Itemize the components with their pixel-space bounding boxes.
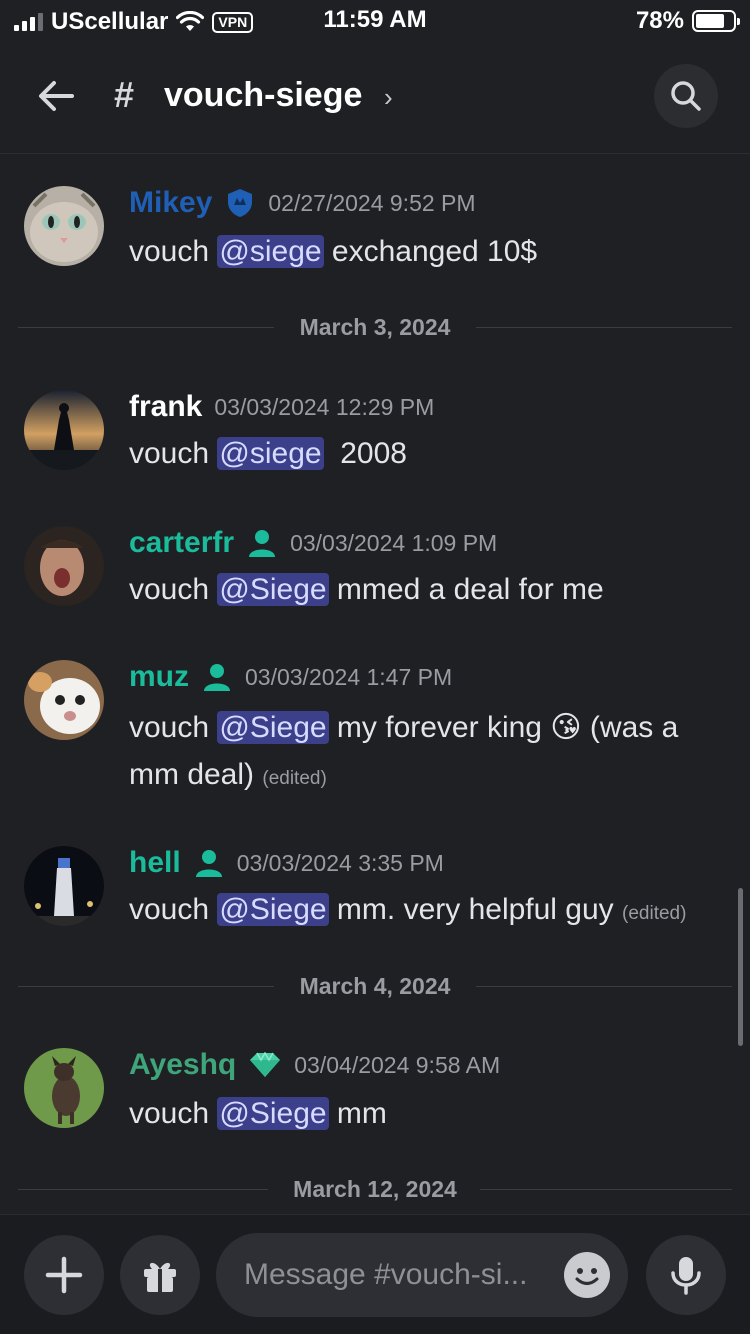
avatar[interactable] (24, 186, 104, 266)
user-mention[interactable]: @siege (217, 437, 324, 470)
date-divider: March 3, 2024 (18, 312, 732, 342)
chevron-right-icon[interactable]: › (384, 82, 393, 113)
message-text: vouch @siege 2008 (129, 430, 720, 477)
author-name[interactable]: muz (129, 660, 189, 694)
message-post: mm (328, 1097, 387, 1130)
user-mention[interactable]: @Siege (217, 1097, 329, 1130)
person-icon (193, 847, 225, 879)
avatar[interactable] (24, 660, 104, 740)
message-input[interactable] (244, 1253, 564, 1297)
dog-avatar-image (24, 1048, 104, 1128)
avatar[interactable] (24, 526, 104, 606)
voice-message-button[interactable] (646, 1235, 726, 1315)
avatar[interactable] (24, 390, 104, 470)
smiley-icon (575, 1268, 599, 1285)
date-label: March 4, 2024 (299, 973, 451, 999)
message-composer[interactable] (216, 1233, 628, 1317)
user-mention[interactable]: @Siege (217, 711, 329, 744)
channel-header: # vouch-siege › (0, 42, 750, 154)
user-mention[interactable]: @Siege (217, 573, 329, 606)
face-avatar-image (24, 526, 104, 606)
date-label: March 3, 2024 (299, 314, 451, 340)
user-mention[interactable]: @siege (217, 235, 324, 268)
timestamp: 03/03/2024 3:35 PM (236, 849, 444, 876)
message-text: vouch @Siege mm (129, 1090, 720, 1137)
cat-avatar-image (24, 186, 104, 266)
message-pre: vouch (129, 235, 218, 268)
composer-bar (0, 1214, 750, 1334)
timestamp: 03/03/2024 1:47 PM (245, 663, 453, 690)
battery-icon (692, 10, 740, 32)
message-post: mm. very helpful guy (328, 893, 614, 926)
silhouette-avatar-image (24, 390, 104, 470)
message-pre: vouch (129, 711, 218, 744)
back-button[interactable] (30, 70, 82, 122)
timestamp: 03/03/2024 1:09 PM (290, 529, 498, 556)
message-text: vouch @Siege mm. very helpful guy (edite… (129, 886, 730, 937)
author-name[interactable]: Ayeshq (129, 1048, 236, 1082)
plus-icon (45, 1256, 83, 1294)
battery-percent: 78% (635, 7, 684, 34)
gift-button[interactable] (120, 1235, 200, 1315)
author-name[interactable]: hell (129, 846, 181, 880)
search-icon (671, 81, 701, 111)
shield-icon (224, 187, 256, 219)
edited-label: (edited) (262, 768, 327, 789)
search-button[interactable] (654, 64, 718, 128)
timestamp: 02/27/2024 9:52 PM (268, 189, 476, 216)
message-pre: vouch (129, 437, 218, 470)
channel-title[interactable]: vouch-siege (164, 76, 362, 115)
author-name[interactable]: carterfr (129, 526, 234, 560)
timestamp: 03/03/2024 12:29 PM (214, 393, 435, 420)
avatar[interactable] (24, 1048, 104, 1128)
gift-icon (144, 1262, 176, 1292)
scrollbar[interactable] (738, 888, 743, 1046)
person-icon (246, 527, 278, 559)
author-name[interactable]: frank (129, 390, 202, 424)
status-bar: UScellular VPN 11:59 AM 78% (0, 0, 750, 42)
date-divider: March 4, 2024 (18, 971, 732, 1001)
gem-icon (248, 1052, 282, 1078)
cat-avatar-image (24, 660, 104, 740)
edited-label: (edited) (622, 903, 687, 924)
date-divider: March 12, 2024 (18, 1174, 732, 1204)
message-text: vouch @siege exchanged 10$ (129, 228, 720, 275)
message-post: exchanged 10$ (323, 235, 538, 268)
message-text: vouch @Siege my forever king 😘 (was a mm… (129, 704, 720, 802)
message-pre: vouch (129, 1097, 218, 1130)
message-pre: vouch (129, 893, 218, 926)
message-pre: vouch (129, 573, 218, 606)
add-attachment-button[interactable] (24, 1235, 104, 1315)
channel-hash-icon: # (114, 74, 135, 115)
message-text: vouch @Siege mmed a deal for me (129, 566, 720, 613)
message-post: 2008 (323, 437, 407, 470)
lighthouse-avatar-image (24, 846, 104, 926)
emoji-button[interactable] (564, 1252, 610, 1298)
arrow-left-icon (39, 81, 74, 111)
person-icon (201, 661, 233, 693)
user-mention[interactable]: @Siege (217, 893, 329, 926)
timestamp: 03/04/2024 9:58 AM (294, 1051, 501, 1078)
message-post: mmed a deal for me (328, 573, 604, 606)
microphone-icon (671, 1257, 701, 1295)
date-label: March 12, 2024 (293, 1176, 457, 1202)
author-name[interactable]: Mikey (129, 186, 212, 220)
avatar[interactable] (24, 846, 104, 926)
